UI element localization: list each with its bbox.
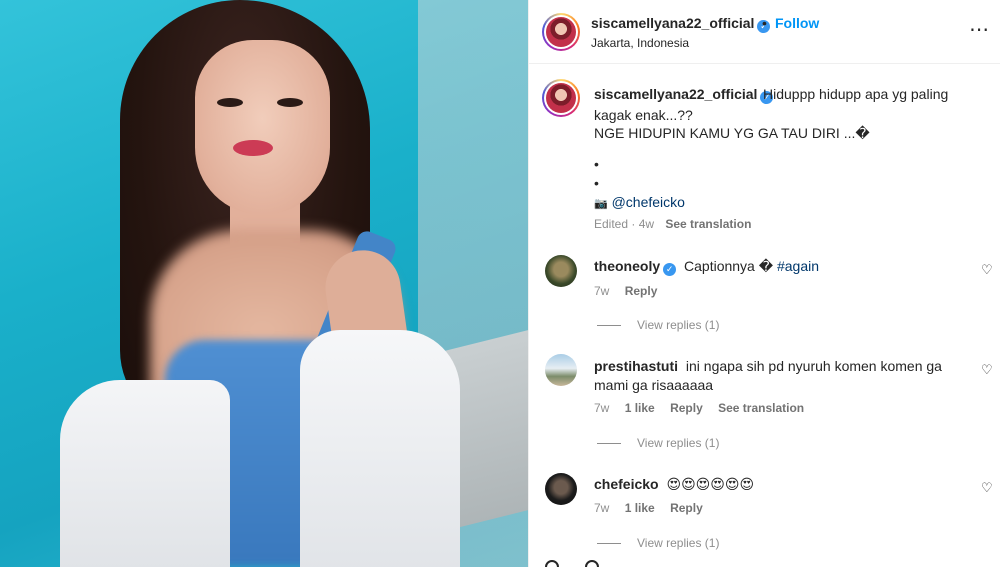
caption-mention[interactable]: 📷 @chefeicko: [594, 194, 685, 210]
comment-meta: 7w 1 like Reply See translation: [594, 401, 804, 415]
comment-text: Captionnya �: [684, 258, 774, 274]
like-icon[interactable]: [545, 560, 559, 567]
white-shirt-right: [300, 330, 460, 567]
comment-avatar-theoneoly[interactable]: [545, 255, 577, 287]
right-eye: [277, 98, 303, 107]
likes-count[interactable]: 1 like: [625, 401, 655, 415]
lips: [233, 140, 273, 156]
hashtag-link[interactable]: #again: [777, 258, 819, 274]
reply-button[interactable]: Reply: [670, 501, 703, 515]
view-replies-button[interactable]: View replies (1): [597, 536, 719, 550]
comment-avatar-prestihastuti[interactable]: [545, 354, 577, 386]
see-translation-button[interactable]: See translation: [665, 217, 751, 231]
caption-line-3: NGE HIDUPIN KAMU YG GA TAU DIRI ...�: [594, 125, 870, 141]
comment-meta: 7w Reply: [594, 284, 657, 298]
comment-avatar-chefeicko[interactable]: [545, 473, 577, 505]
comment-username[interactable]: theoneoly: [594, 258, 660, 274]
view-replies-label[interactable]: View replies (1): [637, 536, 719, 550]
header-username-text[interactable]: siscamellyana22_official: [591, 15, 754, 31]
avatar-image: [546, 17, 576, 47]
view-replies-button[interactable]: View replies (1): [597, 436, 719, 450]
more-options-icon[interactable]: ⋯: [969, 17, 990, 42]
view-replies-label[interactable]: View replies (1): [637, 318, 719, 332]
post-details-panel: siscamellyana22_official ✓ • Follow Jakar…: [529, 0, 1000, 567]
reply-button[interactable]: Reply: [670, 401, 703, 415]
like-heart-icon[interactable]: ♡: [981, 362, 993, 378]
white-shirt-left: [60, 380, 230, 567]
caption-avatar-image: [546, 83, 576, 113]
comment-icon[interactable]: [585, 560, 599, 567]
like-heart-icon[interactable]: ♡: [981, 480, 993, 496]
divider-line: [597, 443, 621, 445]
caption-avatar[interactable]: [542, 79, 580, 117]
face: [195, 40, 330, 215]
camera-icon: 📷: [594, 198, 608, 210]
caption-bullet-2: •: [594, 175, 599, 191]
divider-line: [597, 543, 621, 545]
comment-age: 7w: [594, 401, 610, 415]
post-header: siscamellyana22_official ✓ • Follow Jakar…: [529, 0, 1000, 64]
caption-line-1: Hiduppp hidupp apa yg paling: [763, 86, 949, 102]
header-separator: •: [762, 15, 767, 31]
location-link[interactable]: Jakarta, Indonesia: [591, 36, 689, 50]
comment-row-prestihastuti: prestihastuti ini ngapa sih pd nyuruh ko…: [594, 358, 942, 374]
caption-username[interactable]: siscamellyana22_official ✓: [594, 86, 774, 104]
comment-username[interactable]: prestihastuti: [594, 358, 678, 374]
reply-button[interactable]: Reply: [625, 284, 658, 298]
avatar[interactable]: [542, 13, 580, 51]
see-translation-button[interactable]: See translation: [718, 401, 804, 415]
view-replies-label[interactable]: View replies (1): [637, 436, 719, 450]
like-heart-icon[interactable]: ♡: [981, 262, 993, 278]
caption-line-2: kagak enak...??: [594, 107, 693, 123]
post-photo[interactable]: [0, 0, 528, 567]
verified-badge-icon: ✓: [663, 263, 677, 276]
view-replies-button[interactable]: View replies (1): [597, 318, 719, 332]
comment-age: 7w: [594, 284, 610, 298]
caption-meta: Edited · 4w See translation: [594, 217, 751, 231]
action-bar: [529, 560, 1000, 567]
mention-link[interactable]: @chefeicko: [612, 194, 685, 210]
follow-button[interactable]: Follow: [775, 15, 819, 31]
comment-row-theoneoly: theoneoly ✓ Captionnya � #again: [594, 258, 819, 276]
comment-text-line-2: mami ga risaaaaaa: [594, 377, 714, 393]
comment-text: 😍😍😍😍😍😍: [666, 476, 755, 492]
comment-text: ini ngapa sih pd nyuruh komen komen ga: [685, 358, 942, 374]
header-username[interactable]: siscamellyana22_official ✓: [591, 15, 771, 33]
comment-username[interactable]: chefeicko: [594, 476, 659, 492]
divider-line: [597, 325, 621, 327]
caption-username-text[interactable]: siscamellyana22_official: [594, 86, 757, 102]
comment-meta: 7w 1 like Reply: [594, 501, 703, 515]
caption-age: Edited · 4w: [594, 217, 655, 231]
caption-bullet-1: •: [594, 156, 599, 172]
left-eye: [217, 98, 243, 107]
comment-age: 7w: [594, 501, 610, 515]
likes-count[interactable]: 1 like: [625, 501, 655, 515]
comment-row-chefeicko: chefeicko 😍😍😍😍😍😍: [594, 476, 754, 493]
